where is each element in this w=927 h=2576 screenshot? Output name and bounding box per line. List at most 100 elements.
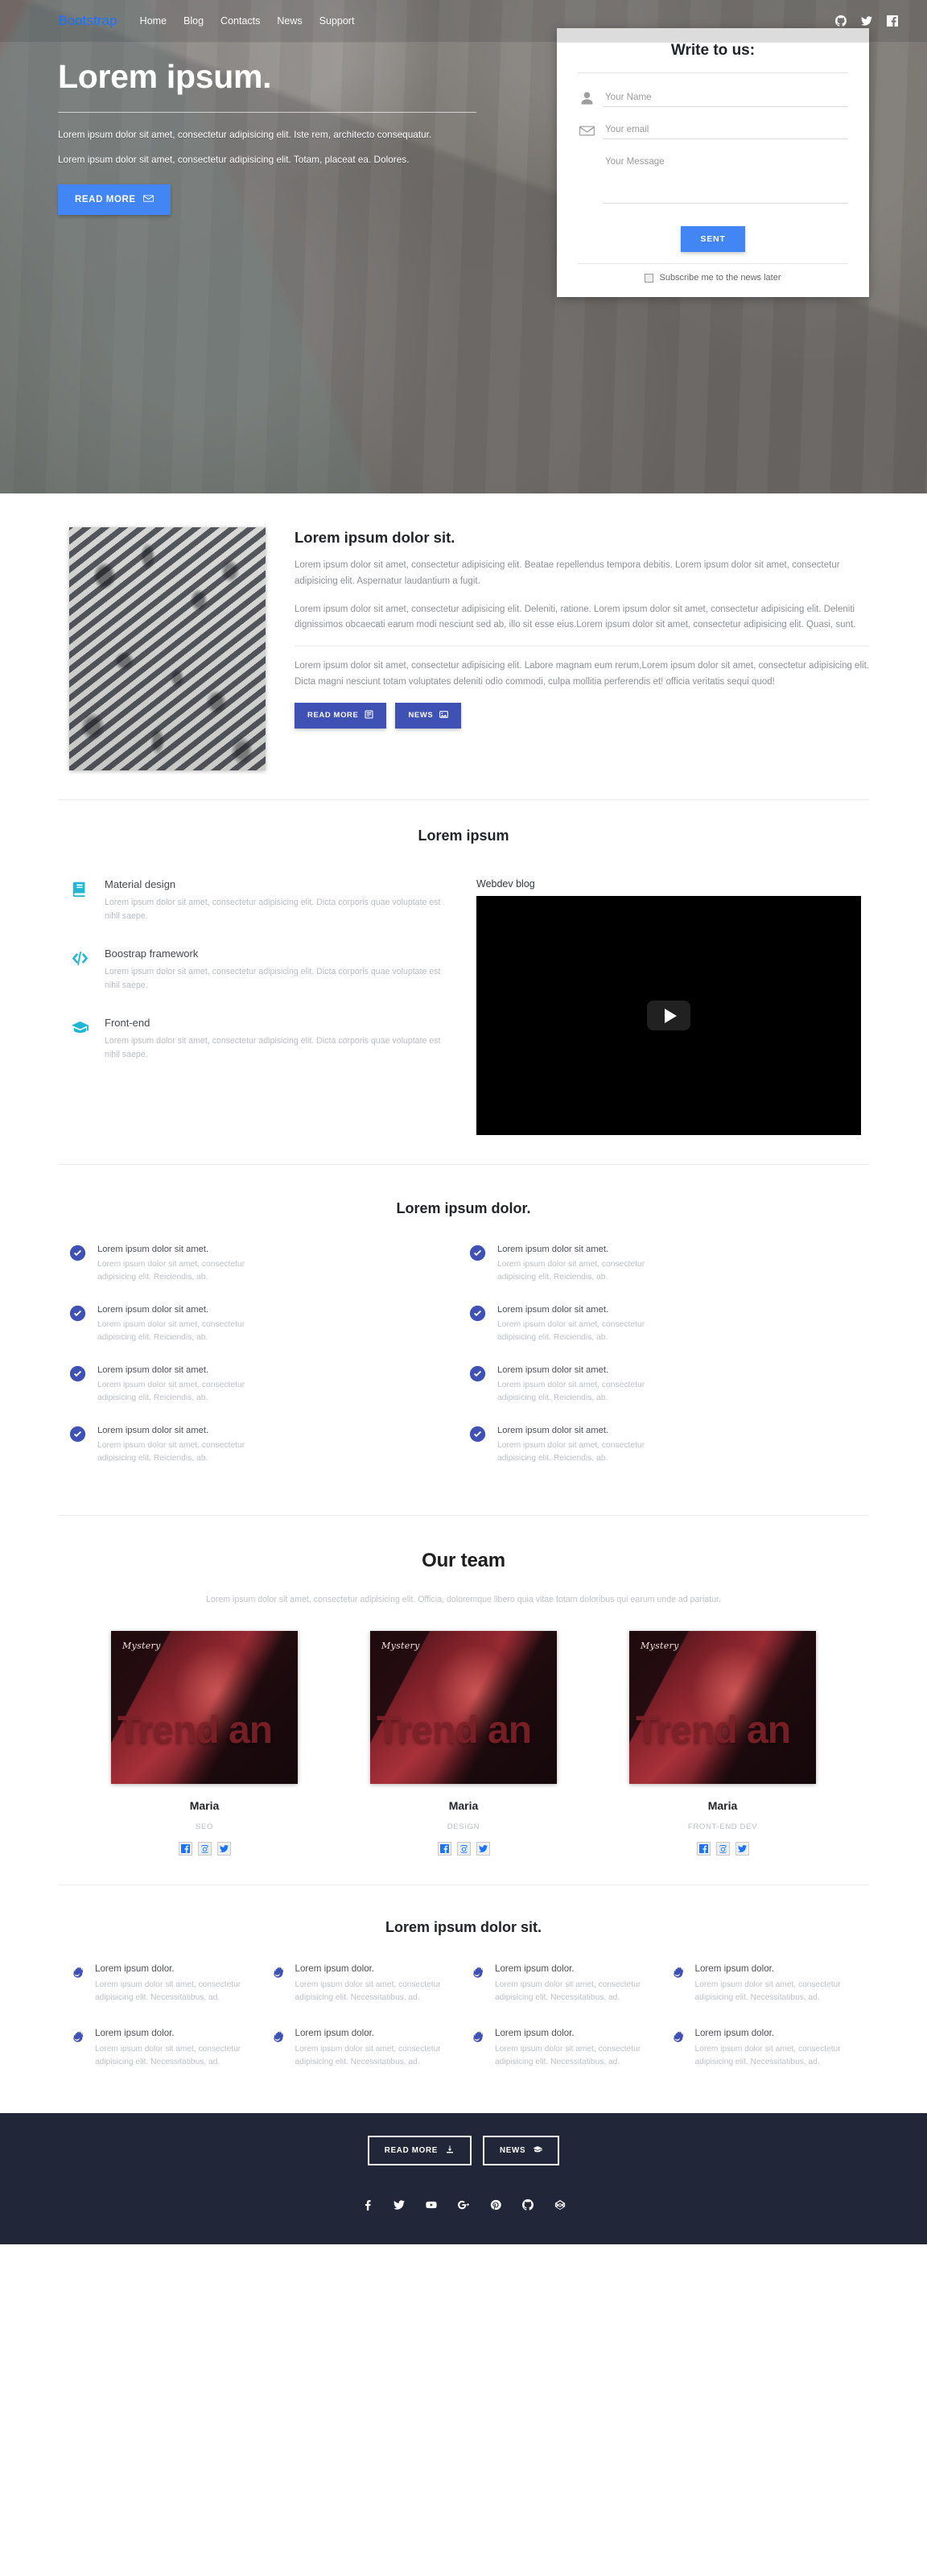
checklist-item: Lorem ipsum dolor sit amet. Lorem ipsum … xyxy=(469,1426,869,1466)
bottom-feature-title: Lorem ipsum dolor. xyxy=(495,2027,575,2038)
instagram-icon[interactable] xyxy=(456,1841,471,1856)
pinterest-icon[interactable] xyxy=(490,2199,501,2211)
video-column: Webdev blog xyxy=(476,878,869,1135)
feature-text: Lorem ipsum dolor sit amet, consectetur … xyxy=(105,898,441,921)
facebook-icon[interactable] xyxy=(178,1841,192,1856)
email-input[interactable] xyxy=(604,122,848,139)
check-circle-icon xyxy=(69,1426,86,1443)
twitter-icon[interactable] xyxy=(393,2199,405,2211)
check-circle-icon xyxy=(469,1426,486,1443)
message-field-row xyxy=(578,154,848,204)
twitter-icon[interactable] xyxy=(860,15,872,27)
bottom-features-heading: Lorem ipsum dolor sit. xyxy=(385,1918,542,1935)
article-read-more-button[interactable]: READ MORE xyxy=(295,702,387,729)
checklist-item: Lorem ipsum dolor sit amet. Lorem ipsum … xyxy=(69,1245,469,1285)
twitter-icon[interactable] xyxy=(476,1841,490,1856)
hero-section: Bootstrap Home Blog Contacts News Suppor… xyxy=(0,0,927,493)
bottom-feature-item: Lorem ipsum dolor. Lorem ipsum dolor sit… xyxy=(270,1963,470,2005)
checklist-item-text: Lorem ipsum dolor sit amet, consectetur … xyxy=(497,1260,645,1282)
subscribe-checkbox-row[interactable]: Subscribe me to the news later xyxy=(578,264,848,286)
checklist-item-text: Lorem ipsum dolor sit amet, consectetur … xyxy=(497,1319,645,1343)
facebook-icon[interactable] xyxy=(437,1841,451,1856)
bottom-feature-text: Lorem ipsum dolor sit amet, consectetur … xyxy=(495,1979,641,2003)
team-member-role: DESIGN xyxy=(447,1822,480,1831)
submit-row: SENT xyxy=(578,218,848,263)
facebook-icon[interactable] xyxy=(886,15,898,27)
nav-item-news[interactable]: News xyxy=(277,15,302,27)
team-member-photo: Mystery Trend an xyxy=(629,1630,816,1784)
play-icon[interactable] xyxy=(647,1001,690,1030)
checklist-item-text: Lorem ipsum dolor sit amet, consectetur … xyxy=(97,1440,245,1463)
hero-paragraph-2: Lorem ipsum dolor sit amet, consectetur … xyxy=(58,154,410,166)
feature-title: Material design xyxy=(105,878,176,890)
team-member-photo: Mystery Trend an xyxy=(111,1630,298,1784)
subscribe-checkbox[interactable] xyxy=(645,273,654,283)
nav-item-support[interactable]: Support xyxy=(319,15,355,27)
brand-logo[interactable]: Bootstrap xyxy=(58,13,117,29)
team-member-socials xyxy=(111,1841,298,1856)
message-spacer xyxy=(578,186,595,204)
checklist-item-text: Lorem ipsum dolor sit amet, consectetur … xyxy=(97,1319,245,1343)
team-member-role: SEO xyxy=(195,1822,214,1831)
feature-title: Boostrap framework xyxy=(105,947,199,960)
bottom-feature-title: Lorem ipsum dolor. xyxy=(95,2027,175,2038)
checklist-item: Lorem ipsum dolor sit amet. Lorem ipsum … xyxy=(469,1365,869,1406)
github-icon[interactable] xyxy=(834,15,847,27)
github-icon[interactable] xyxy=(522,2198,534,2211)
bottom-feature-item: Lorem ipsum dolor. Lorem ipsum dolor sit… xyxy=(69,2028,270,2070)
footer-read-more-button[interactable]: READ MORE xyxy=(367,2135,472,2165)
facebook-icon[interactable] xyxy=(696,1841,711,1856)
twitter-icon[interactable] xyxy=(216,1841,231,1856)
hero-paragraph-1: Lorem ipsum dolor sit amet, consectetur … xyxy=(58,129,432,141)
team-subheading: Lorem ipsum dolor sit amet, consectetur … xyxy=(206,1594,721,1604)
article-news-button[interactable]: NEWS xyxy=(395,702,462,729)
checklist-item-title: Lorem ipsum dolor sit amet. xyxy=(497,1245,609,1254)
message-textarea[interactable] xyxy=(604,154,848,204)
firefox-icon xyxy=(670,2028,685,2070)
firefox-icon xyxy=(270,1963,285,2005)
video-player[interactable] xyxy=(476,896,861,1135)
bottom-feature-text: Lorem ipsum dolor sit amet, consectetur … xyxy=(495,2044,641,2067)
hero-read-more-button[interactable]: READ MORE xyxy=(58,184,171,215)
twitter-icon[interactable] xyxy=(735,1841,749,1856)
feature-title: Front-end xyxy=(105,1016,150,1029)
nav-item-blog[interactable]: Blog xyxy=(183,15,204,27)
team-member-card: Mystery Trend an Maria SEO xyxy=(111,1630,298,1856)
checklist-section: Lorem ipsum dolor. Lorem ipsum dolor sit… xyxy=(58,1165,869,1486)
name-input[interactable] xyxy=(604,89,848,107)
sent-button[interactable]: SENT xyxy=(681,226,745,252)
codepen-icon[interactable] xyxy=(554,2199,566,2211)
footer-news-button[interactable]: NEWS xyxy=(482,2135,560,2165)
facebook-icon[interactable] xyxy=(361,2199,373,2211)
article-button-row: READ MORE NEWS xyxy=(295,702,869,729)
bottom-feature-title: Lorem ipsum dolor. xyxy=(694,2027,775,2038)
google-plus-icon[interactable] xyxy=(458,2199,469,2211)
article-body: Lorem ipsum dolor sit. Lorem ipsum dolor… xyxy=(295,527,869,770)
checklist-item-title: Lorem ipsum dolor sit amet. xyxy=(97,1425,209,1435)
bottom-feature-text: Lorem ipsum dolor sit amet, consectetur … xyxy=(95,1979,241,2003)
footer-read-more-label: READ MORE xyxy=(384,2145,438,2155)
name-field-row xyxy=(578,89,848,107)
feature-item-bootstrap-framework: Boostrap framework Lorem ipsum dolor sit… xyxy=(69,947,444,993)
checklist-item: Lorem ipsum dolor sit amet. Lorem ipsum … xyxy=(69,1305,469,1345)
nav-item-contacts[interactable]: Contacts xyxy=(220,15,260,27)
email-field-row xyxy=(578,122,848,139)
instagram-icon[interactable] xyxy=(715,1841,730,1856)
checklist-item-text: Lorem ipsum dolor sit amet, consectetur … xyxy=(497,1440,645,1463)
contact-form-card: Write to us: SENT Subscribe me to the ne… xyxy=(557,28,869,297)
feature-item-front-end: Front-end Lorem ipsum dolor sit amet, co… xyxy=(69,1017,444,1062)
article-icon xyxy=(365,710,373,721)
feature-text: Lorem ipsum dolor sit amet, consectetur … xyxy=(105,966,441,990)
checklist-heading: Lorem ipsum dolor. xyxy=(396,1200,531,1216)
poster-text-label: Trend an xyxy=(377,1708,532,1752)
check-circle-icon xyxy=(469,1305,486,1322)
bottom-feature-item: Lorem ipsum dolor. Lorem ipsum dolor sit… xyxy=(670,1963,870,2005)
firefox-icon xyxy=(69,2028,84,2070)
youtube-icon[interactable] xyxy=(426,2199,437,2211)
firefox-icon xyxy=(270,2028,285,2070)
firefox-icon xyxy=(469,1963,484,2005)
download-icon xyxy=(445,2145,455,2157)
instagram-icon[interactable] xyxy=(197,1841,212,1856)
navbar-social-links xyxy=(834,15,898,27)
nav-item-home[interactable]: Home xyxy=(140,15,167,27)
